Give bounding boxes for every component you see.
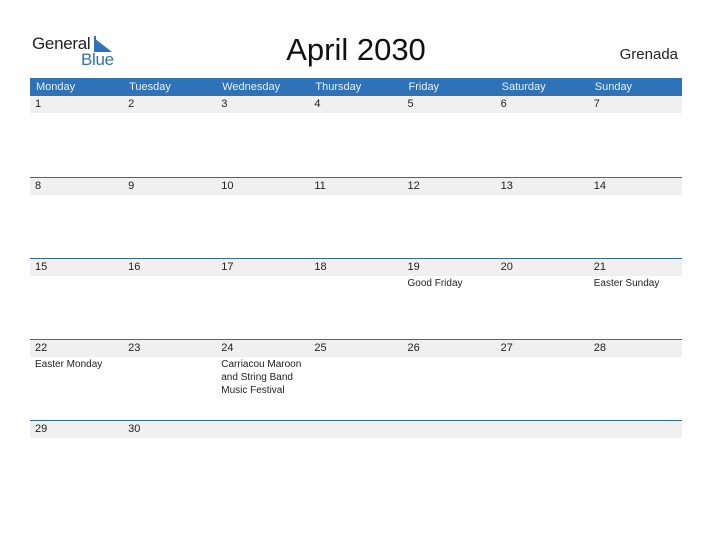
holiday-label [216, 113, 309, 114]
day-number: 13 [500, 180, 513, 192]
holiday-label: Easter Monday [35, 359, 103, 370]
holiday-label [309, 276, 402, 290]
day-number: 23 [128, 342, 141, 354]
holiday-label [403, 438, 496, 439]
holiday-label [30, 438, 123, 439]
weekday-monday: Monday [36, 81, 76, 93]
day-number [403, 421, 496, 438]
day-number: 2 [128, 98, 135, 110]
day-number: 12 [407, 180, 420, 192]
weekday-saturday: Saturday [501, 81, 546, 93]
week-row: 1 2 3 4 5 6 7 [30, 96, 682, 177]
holiday-label [123, 113, 216, 114]
holiday-label [496, 357, 589, 397]
day-number: 4 [314, 98, 321, 110]
day-number: 14 [593, 180, 606, 192]
holiday-label [496, 113, 589, 114]
holiday-label: Good Friday [407, 278, 463, 289]
holiday-label [30, 113, 123, 114]
date-strip: 1 2 3 4 5 6 7 [30, 96, 682, 113]
day-number: 30 [128, 423, 141, 435]
weekday-friday: Friday [408, 81, 440, 93]
calendar-title: April 2030 [286, 32, 426, 67]
day-number: 27 [500, 342, 513, 354]
holiday-label [30, 276, 123, 290]
day-number: 18 [314, 261, 327, 273]
event-row: Easter Monday Carriacou Maroon and String… [30, 357, 682, 397]
holiday-label [216, 276, 309, 290]
day-number: 17 [221, 261, 234, 273]
day-number: 28 [593, 342, 606, 354]
week-row: 29 30 [30, 420, 682, 501]
day-number: 22 [35, 342, 48, 354]
day-number: 6 [500, 98, 507, 110]
day-number: 11 [314, 180, 326, 192]
weekday-wednesday: Wednesday [222, 81, 281, 93]
holiday-label [496, 276, 589, 290]
day-number [589, 421, 682, 438]
holiday-label [589, 195, 682, 196]
day-number: 5 [407, 98, 414, 110]
holiday-label [589, 357, 682, 397]
holiday-label [309, 438, 402, 439]
holiday-label [309, 113, 402, 114]
holiday-label [403, 195, 496, 196]
weekday-tuesday: Tuesday [129, 81, 171, 93]
holiday-label [496, 438, 589, 439]
date-strip: 22 23 24 25 26 27 28 [30, 340, 682, 357]
holiday-label [589, 113, 682, 114]
event-row: Good Friday Easter Sunday [30, 276, 682, 290]
week-row: 15 16 17 18 19 20 21 Good Friday Easter Sunday [30, 258, 682, 339]
holiday-label: Carriacou Maroon and String Band Music F… [221, 359, 302, 396]
day-number [496, 421, 589, 438]
day-number: 21 [593, 261, 606, 273]
date-strip: 15 16 17 18 19 20 21 [30, 259, 682, 276]
day-number [216, 421, 309, 438]
event-row [30, 195, 682, 196]
day-number: 1 [35, 98, 42, 110]
holiday-label [123, 438, 216, 439]
date-strip: 29 30 [30, 421, 682, 438]
holiday-label [123, 195, 216, 196]
event-row [30, 438, 682, 439]
holiday-label [123, 357, 216, 397]
holiday-label [30, 195, 123, 196]
country-label: Grenada [619, 46, 678, 63]
week-row: 8 9 10 11 12 13 14 [30, 177, 682, 258]
day-number: 8 [35, 180, 42, 192]
day-number: 7 [593, 98, 600, 110]
day-number: 16 [128, 261, 141, 273]
day-number: 3 [221, 98, 228, 110]
holiday-label [403, 113, 496, 114]
calendar-grid: Monday Tuesday Wednesday Thursday Friday… [30, 78, 682, 501]
day-number [309, 421, 402, 438]
day-number: 24 [221, 342, 234, 354]
holiday-label [216, 438, 309, 439]
holiday-label [309, 195, 402, 196]
day-number: 15 [35, 261, 48, 273]
day-number: 10 [221, 180, 234, 192]
weekday-header: Monday Tuesday Wednesday Thursday Friday… [30, 78, 682, 96]
week-row: 22 23 24 25 26 27 28 Easter Monday Carriacou Mar… [30, 339, 682, 420]
holiday-label: Easter Sunday [593, 278, 660, 289]
event-row [30, 113, 682, 114]
weekday-sunday: Sunday [594, 81, 633, 93]
day-number: 26 [407, 342, 420, 354]
holiday-label [309, 357, 402, 397]
holiday-label [403, 357, 496, 397]
date-strip: 8 9 10 11 12 13 14 [30, 178, 682, 195]
day-number: 19 [407, 261, 420, 273]
day-number: 29 [35, 423, 48, 435]
holiday-label [123, 276, 216, 290]
weekday-thursday: Thursday [315, 81, 362, 93]
day-number: 9 [128, 180, 135, 192]
day-number: 25 [314, 342, 327, 354]
holiday-label [216, 195, 309, 196]
day-number: 20 [500, 261, 513, 273]
holiday-label [589, 438, 682, 439]
holiday-label [496, 195, 589, 196]
